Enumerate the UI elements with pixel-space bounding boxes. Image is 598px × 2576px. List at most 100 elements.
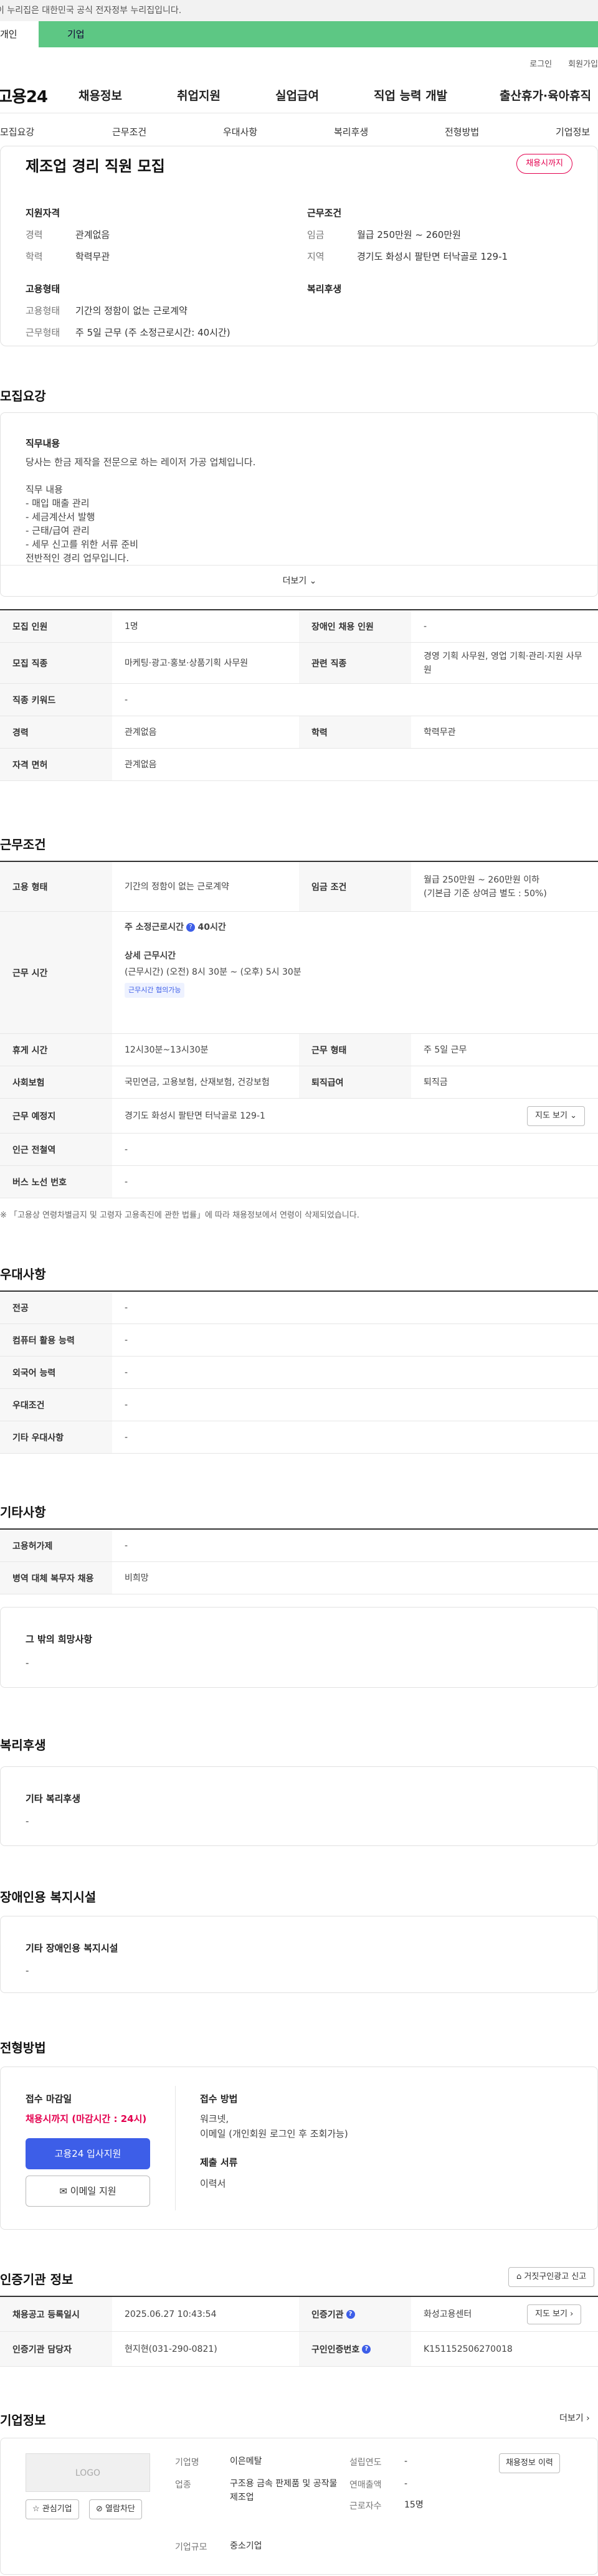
subnav-welfare[interactable]: 복리후생 [334, 113, 368, 151]
cert-id-value: K151152506270018 [424, 2344, 513, 2354]
sales-value: - [404, 2479, 408, 2489]
subway-value: - [125, 1144, 128, 1155]
chevron-right-icon: › [586, 2413, 590, 2423]
star-icon: ☆ [32, 2504, 40, 2514]
disabled-count-value: - [424, 621, 427, 632]
recruit-count-label: 모집 인원 [0, 610, 112, 642]
gnb-item-leave[interactable]: 출산휴가·육아휴직 [500, 78, 591, 113]
report-button[interactable]: ⌂ 거짓구인광고 신고 [508, 2267, 595, 2287]
computer-skill-label: 컴퓨터 활용 능력 [0, 1324, 112, 1356]
shift-label: 근무 형태 [299, 1034, 411, 1066]
docs-label: 제출 서류 [200, 2157, 238, 2168]
table-row: 근무 시간 주 소정근로시간? 40시간 상세 근무시간 (근무시간) (오전)… [0, 912, 598, 1034]
weekly-hours-label: 주 소정근로시간 [125, 922, 184, 932]
section-title-preferences: 우대사항 [0, 1267, 46, 1282]
shift-value: 주 5일 근무 [424, 1044, 467, 1055]
email-apply-button[interactable]: ✉ 이메일 지원 [26, 2176, 150, 2207]
cert-id-label-text: 구인인증번호 [311, 2344, 360, 2355]
break-label: 휴게 시간 [0, 1034, 112, 1066]
cert-map-label: 지도 보기 [535, 2309, 567, 2319]
conditions-table: 고용 형태 기간의 정함이 없는 근로계약 임금 조건 월급 250만원 ~ 2… [0, 861, 598, 1198]
cert-map-button[interactable]: 지도 보기 › [527, 2304, 582, 2324]
cert-org-label-text: 인증기관 [311, 2309, 344, 2320]
subnav-preferences[interactable]: 우대사항 [223, 113, 257, 151]
job-description-text: 당사는 한금 제작을 전문으로 하는 레이저 가공 업체입니다. 직무 내용 -… [26, 457, 256, 564]
summary-emptype-value: 기간의 정함이 없는 근로계약 [75, 305, 187, 316]
home-icon: ⌂ [516, 2272, 522, 2281]
table-row: 전공 - [0, 1292, 598, 1324]
table-row: 인근 전철역 - [0, 1134, 598, 1166]
sales-label: 연매출액 [349, 2480, 382, 2490]
subnav-recruit[interactable]: 모집요강 [0, 113, 34, 151]
map-view-button[interactable]: 지도 보기 ⌄ [527, 1106, 586, 1126]
disability-label: 기타 장애인용 복지시설 [26, 1943, 118, 1954]
section-title-conditions: 근무조건 [0, 837, 46, 852]
work-permit-label: 고용허가제 [0, 1530, 112, 1561]
section-nav: 모집요강 근무조건 우대사항 복리후생 전형방법 기업정보 [0, 113, 598, 151]
section-title-etc: 기타사항 [0, 1505, 46, 1520]
weekly-hours-value: 40시간 [197, 922, 226, 932]
section-title-disability: 장애인용 복지시설 [0, 1890, 97, 1905]
table-row: 컴퓨터 활용 능력 - [0, 1324, 598, 1357]
gnb-item-jobs[interactable]: 채용정보 [78, 78, 122, 113]
education-label: 학력 [299, 716, 411, 748]
industry-value: 구조용 금속 판제품 및 공작물 제조업 [230, 2479, 338, 2503]
work-hours-label: 근무 시간 [0, 912, 112, 1033]
disabled-count-label: 장애인 채용 인원 [299, 610, 411, 642]
deadline-value: 채용시까지 (마감시간 : 24시) [26, 2113, 147, 2124]
job-description-box: 직무내용 당사는 한금 제작을 전문으로 하는 레이저 가공 업체입니다. 직무… [0, 412, 598, 597]
block-company-button[interactable]: ⊘ 열람차단 [89, 2499, 142, 2519]
info-icon[interactable]: ? [186, 923, 196, 932]
employees-value: 15명 [404, 2500, 424, 2510]
subnav-selection[interactable]: 전형방법 [445, 113, 479, 151]
company-more-link[interactable]: 더보기 › [559, 2412, 590, 2424]
education-value: 학력무관 [424, 727, 456, 737]
subway-label: 인근 전철역 [0, 1134, 112, 1165]
job-description-more[interactable]: 더보기 ⌄ [1, 565, 598, 596]
summary-career-label: 경력 [26, 229, 43, 240]
subnav-company[interactable]: 기업정보 [556, 113, 590, 151]
related-job-label: 관련 직종 [299, 643, 411, 683]
summary-edu-value: 학력무관 [75, 251, 110, 262]
method-value-2: 이메일 (개인회원 로그인 후 조회가능) [200, 2128, 348, 2139]
emp-type-value: 기간의 정함이 없는 근로계약 [125, 881, 229, 892]
hours-detail: (근무시간) (오전) 8시 30분 ~ (오후) 5시 30분 [125, 967, 301, 977]
summary-qual-head: 지원자격 [26, 207, 60, 219]
gnb-item-unemployment[interactable]: 실업급여 [275, 78, 319, 113]
summary-emptype-label: 고용형태 [26, 305, 60, 316]
gnb-item-employment-support[interactable]: 취업지원 [177, 78, 221, 113]
tab-person[interactable]: 개인 [0, 21, 39, 47]
section-title-welfare: 복리후생 [0, 1738, 46, 1753]
employees-label: 근로자수 [349, 2501, 382, 2511]
login-link[interactable]: 로그인 [529, 57, 552, 69]
work-permit-value: - [125, 1540, 128, 1551]
recruit-history-button[interactable]: 채용정보 이력 [499, 2453, 560, 2473]
computer-skill-value: - [125, 1335, 128, 1345]
apply-button[interactable]: 고용24 입사지원 [26, 2138, 150, 2169]
section-title-selection: 전형방법 [0, 2040, 46, 2055]
wage-value-note: (기본급 기준 상여금 별도 : 50%) [424, 888, 547, 899]
summary-welfare-head: 복리후생 [307, 283, 342, 295]
severance-label: 퇴직급여 [299, 1066, 411, 1098]
info-icon[interactable]: ? [362, 2344, 371, 2354]
tab-corp[interactable]: 기업 [39, 21, 598, 47]
map-view-label: 지도 보기 [535, 1111, 567, 1120]
language-value: - [125, 1367, 128, 1378]
gov-banner-text: 이 누리집은 대한민국 공식 전자정부 누리집입니다. [0, 6, 182, 16]
summary-employment: 고용형태 고용형태 기간의 정함이 없는 근로계약 근무형태 주 5일 근무 (주 … [26, 282, 300, 339]
est-year-label: 설립연도 [349, 2458, 382, 2468]
workplace-label: 근무 예정지 [0, 1099, 112, 1133]
table-row: 기타 우대사항 - [0, 1421, 598, 1454]
table-row: 우대조건 - [0, 1389, 598, 1421]
signup-link[interactable]: 회원가입 [568, 57, 598, 69]
cert-manager-label: 인증기관 담당자 [0, 2332, 112, 2366]
gnb-item-training[interactable]: 직업 능력 개발 [374, 78, 447, 113]
subnav-conditions[interactable]: 근무조건 [112, 113, 146, 151]
insurance-label: 사회보험 [0, 1066, 112, 1098]
favorite-company-button[interactable]: ☆ 관심기업 [26, 2499, 79, 2519]
email-apply-label: 이메일 지원 [70, 2185, 116, 2197]
cert-manager-value: 현지현(031-290-0821) [125, 2344, 217, 2354]
license-label: 자격 면허 [0, 749, 112, 780]
table-row: 근무 예정지 경기도 화성시 팔탄면 터낙골로 129-1 지도 보기 ⌄ [0, 1099, 598, 1134]
info-icon[interactable]: ? [346, 2309, 355, 2319]
